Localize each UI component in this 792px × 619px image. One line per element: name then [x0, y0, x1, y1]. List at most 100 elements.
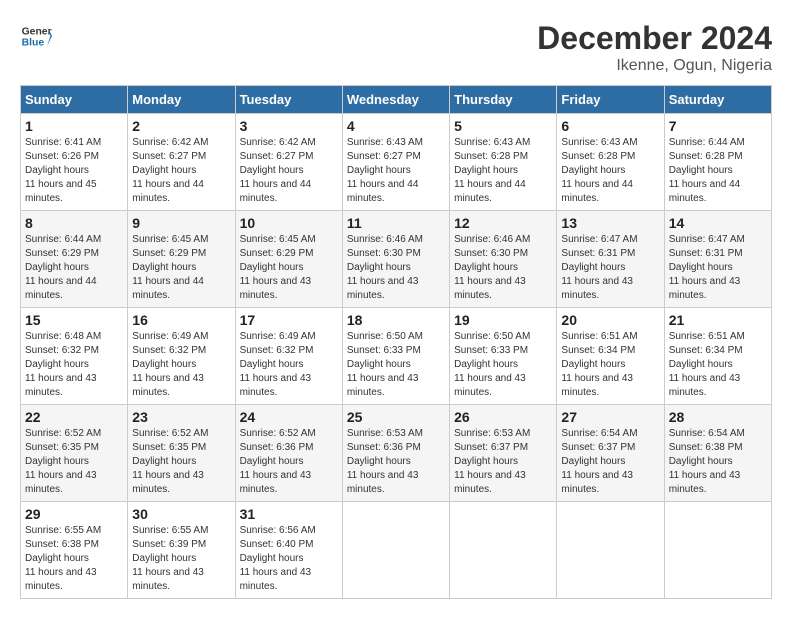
- day-info: Sunrise: 6:50 AM Sunset: 6:33 PM Dayligh…: [454, 330, 552, 400]
- day-info: Sunrise: 6:51 AM Sunset: 6:34 PM Dayligh…: [669, 330, 767, 400]
- day-info: Sunrise: 6:53 AM Sunset: 6:36 PM Dayligh…: [347, 427, 445, 497]
- weekday-header: Monday: [128, 86, 235, 114]
- day-info: Sunrise: 6:41 AM Sunset: 6:26 PM Dayligh…: [25, 136, 123, 206]
- calendar-cell: 31 Sunrise: 6:56 AM Sunset: 6:40 PM Dayl…: [235, 502, 342, 599]
- weekday-header: Sunday: [21, 86, 128, 114]
- calendar-cell: 10 Sunrise: 6:45 AM Sunset: 6:29 PM Dayl…: [235, 211, 342, 308]
- day-number: 12: [454, 215, 552, 231]
- day-info: Sunrise: 6:49 AM Sunset: 6:32 PM Dayligh…: [240, 330, 338, 400]
- day-info: Sunrise: 6:51 AM Sunset: 6:34 PM Dayligh…: [561, 330, 659, 400]
- day-info: Sunrise: 6:54 AM Sunset: 6:38 PM Dayligh…: [669, 427, 767, 497]
- day-number: 30: [132, 506, 230, 522]
- day-number: 22: [25, 409, 123, 425]
- calendar-cell: 9 Sunrise: 6:45 AM Sunset: 6:29 PM Dayli…: [128, 211, 235, 308]
- day-number: 18: [347, 312, 445, 328]
- calendar-table: SundayMondayTuesdayWednesdayThursdayFrid…: [20, 85, 772, 599]
- day-info: Sunrise: 6:52 AM Sunset: 6:35 PM Dayligh…: [132, 427, 230, 497]
- day-number: 26: [454, 409, 552, 425]
- calendar-cell: 15 Sunrise: 6:48 AM Sunset: 6:32 PM Dayl…: [21, 308, 128, 405]
- day-info: Sunrise: 6:56 AM Sunset: 6:40 PM Dayligh…: [240, 524, 338, 594]
- day-info: Sunrise: 6:48 AM Sunset: 6:32 PM Dayligh…: [25, 330, 123, 400]
- calendar-cell: 19 Sunrise: 6:50 AM Sunset: 6:33 PM Dayl…: [450, 308, 557, 405]
- day-info: Sunrise: 6:43 AM Sunset: 6:28 PM Dayligh…: [454, 136, 552, 206]
- day-info: Sunrise: 6:46 AM Sunset: 6:30 PM Dayligh…: [347, 233, 445, 303]
- day-number: 8: [25, 215, 123, 231]
- calendar-cell: 27 Sunrise: 6:54 AM Sunset: 6:37 PM Dayl…: [557, 405, 664, 502]
- calendar-cell: 14 Sunrise: 6:47 AM Sunset: 6:31 PM Dayl…: [664, 211, 771, 308]
- day-info: Sunrise: 6:44 AM Sunset: 6:29 PM Dayligh…: [25, 233, 123, 303]
- day-info: Sunrise: 6:52 AM Sunset: 6:36 PM Dayligh…: [240, 427, 338, 497]
- day-number: 5: [454, 118, 552, 134]
- day-info: Sunrise: 6:49 AM Sunset: 6:32 PM Dayligh…: [132, 330, 230, 400]
- day-info: Sunrise: 6:52 AM Sunset: 6:35 PM Dayligh…: [25, 427, 123, 497]
- day-number: 25: [347, 409, 445, 425]
- calendar-cell: 1 Sunrise: 6:41 AM Sunset: 6:26 PM Dayli…: [21, 114, 128, 211]
- day-info: Sunrise: 6:42 AM Sunset: 6:27 PM Dayligh…: [240, 136, 338, 206]
- calendar-cell: 22 Sunrise: 6:52 AM Sunset: 6:35 PM Dayl…: [21, 405, 128, 502]
- day-info: Sunrise: 6:43 AM Sunset: 6:27 PM Dayligh…: [347, 136, 445, 206]
- day-number: 4: [347, 118, 445, 134]
- calendar-cell: 23 Sunrise: 6:52 AM Sunset: 6:35 PM Dayl…: [128, 405, 235, 502]
- day-info: Sunrise: 6:45 AM Sunset: 6:29 PM Dayligh…: [240, 233, 338, 303]
- calendar-cell: 3 Sunrise: 6:42 AM Sunset: 6:27 PM Dayli…: [235, 114, 342, 211]
- weekday-header: Thursday: [450, 86, 557, 114]
- day-info: Sunrise: 6:46 AM Sunset: 6:30 PM Dayligh…: [454, 233, 552, 303]
- day-info: Sunrise: 6:54 AM Sunset: 6:37 PM Dayligh…: [561, 427, 659, 497]
- calendar-cell: 30 Sunrise: 6:55 AM Sunset: 6:39 PM Dayl…: [128, 502, 235, 599]
- calendar-week-row: 22 Sunrise: 6:52 AM Sunset: 6:35 PM Dayl…: [21, 405, 772, 502]
- day-info: Sunrise: 6:45 AM Sunset: 6:29 PM Dayligh…: [132, 233, 230, 303]
- day-number: 13: [561, 215, 659, 231]
- day-number: 19: [454, 312, 552, 328]
- weekday-header: Saturday: [664, 86, 771, 114]
- day-number: 9: [132, 215, 230, 231]
- calendar-cell: [557, 502, 664, 599]
- day-number: 2: [132, 118, 230, 134]
- logo: General Blue: [20, 20, 52, 52]
- calendar-cell: 28 Sunrise: 6:54 AM Sunset: 6:38 PM Dayl…: [664, 405, 771, 502]
- day-info: Sunrise: 6:47 AM Sunset: 6:31 PM Dayligh…: [561, 233, 659, 303]
- calendar-cell: 7 Sunrise: 6:44 AM Sunset: 6:28 PM Dayli…: [664, 114, 771, 211]
- calendar-cell: 16 Sunrise: 6:49 AM Sunset: 6:32 PM Dayl…: [128, 308, 235, 405]
- weekday-header: Friday: [557, 86, 664, 114]
- day-info: Sunrise: 6:55 AM Sunset: 6:39 PM Dayligh…: [132, 524, 230, 594]
- calendar-cell: 24 Sunrise: 6:52 AM Sunset: 6:36 PM Dayl…: [235, 405, 342, 502]
- calendar-cell: 18 Sunrise: 6:50 AM Sunset: 6:33 PM Dayl…: [342, 308, 449, 405]
- day-number: 17: [240, 312, 338, 328]
- day-info: Sunrise: 6:47 AM Sunset: 6:31 PM Dayligh…: [669, 233, 767, 303]
- day-number: 21: [669, 312, 767, 328]
- calendar-cell: 8 Sunrise: 6:44 AM Sunset: 6:29 PM Dayli…: [21, 211, 128, 308]
- weekday-header-row: SundayMondayTuesdayWednesdayThursdayFrid…: [21, 86, 772, 114]
- calendar-cell: 17 Sunrise: 6:49 AM Sunset: 6:32 PM Dayl…: [235, 308, 342, 405]
- calendar-cell: 25 Sunrise: 6:53 AM Sunset: 6:36 PM Dayl…: [342, 405, 449, 502]
- calendar-cell: [450, 502, 557, 599]
- calendar-cell: 21 Sunrise: 6:51 AM Sunset: 6:34 PM Dayl…: [664, 308, 771, 405]
- day-number: 3: [240, 118, 338, 134]
- day-number: 23: [132, 409, 230, 425]
- calendar-week-row: 1 Sunrise: 6:41 AM Sunset: 6:26 PM Dayli…: [21, 114, 772, 211]
- day-number: 29: [25, 506, 123, 522]
- calendar-cell: [342, 502, 449, 599]
- calendar-cell: 12 Sunrise: 6:46 AM Sunset: 6:30 PM Dayl…: [450, 211, 557, 308]
- calendar-cell: 26 Sunrise: 6:53 AM Sunset: 6:37 PM Dayl…: [450, 405, 557, 502]
- day-number: 24: [240, 409, 338, 425]
- calendar-cell: 4 Sunrise: 6:43 AM Sunset: 6:27 PM Dayli…: [342, 114, 449, 211]
- day-number: 10: [240, 215, 338, 231]
- day-number: 1: [25, 118, 123, 134]
- calendar-cell: 29 Sunrise: 6:55 AM Sunset: 6:38 PM Dayl…: [21, 502, 128, 599]
- day-number: 14: [669, 215, 767, 231]
- day-number: 31: [240, 506, 338, 522]
- day-number: 6: [561, 118, 659, 134]
- calendar-cell: 2 Sunrise: 6:42 AM Sunset: 6:27 PM Dayli…: [128, 114, 235, 211]
- day-number: 11: [347, 215, 445, 231]
- calendar-cell: 11 Sunrise: 6:46 AM Sunset: 6:30 PM Dayl…: [342, 211, 449, 308]
- day-number: 7: [669, 118, 767, 134]
- day-number: 16: [132, 312, 230, 328]
- day-number: 27: [561, 409, 659, 425]
- weekday-header: Wednesday: [342, 86, 449, 114]
- day-number: 20: [561, 312, 659, 328]
- logo-icon: General Blue: [20, 20, 52, 52]
- day-info: Sunrise: 6:42 AM Sunset: 6:27 PM Dayligh…: [132, 136, 230, 206]
- day-info: Sunrise: 6:44 AM Sunset: 6:28 PM Dayligh…: [669, 136, 767, 206]
- month-title: December 2024: [537, 20, 772, 57]
- svg-text:Blue: Blue: [22, 38, 45, 49]
